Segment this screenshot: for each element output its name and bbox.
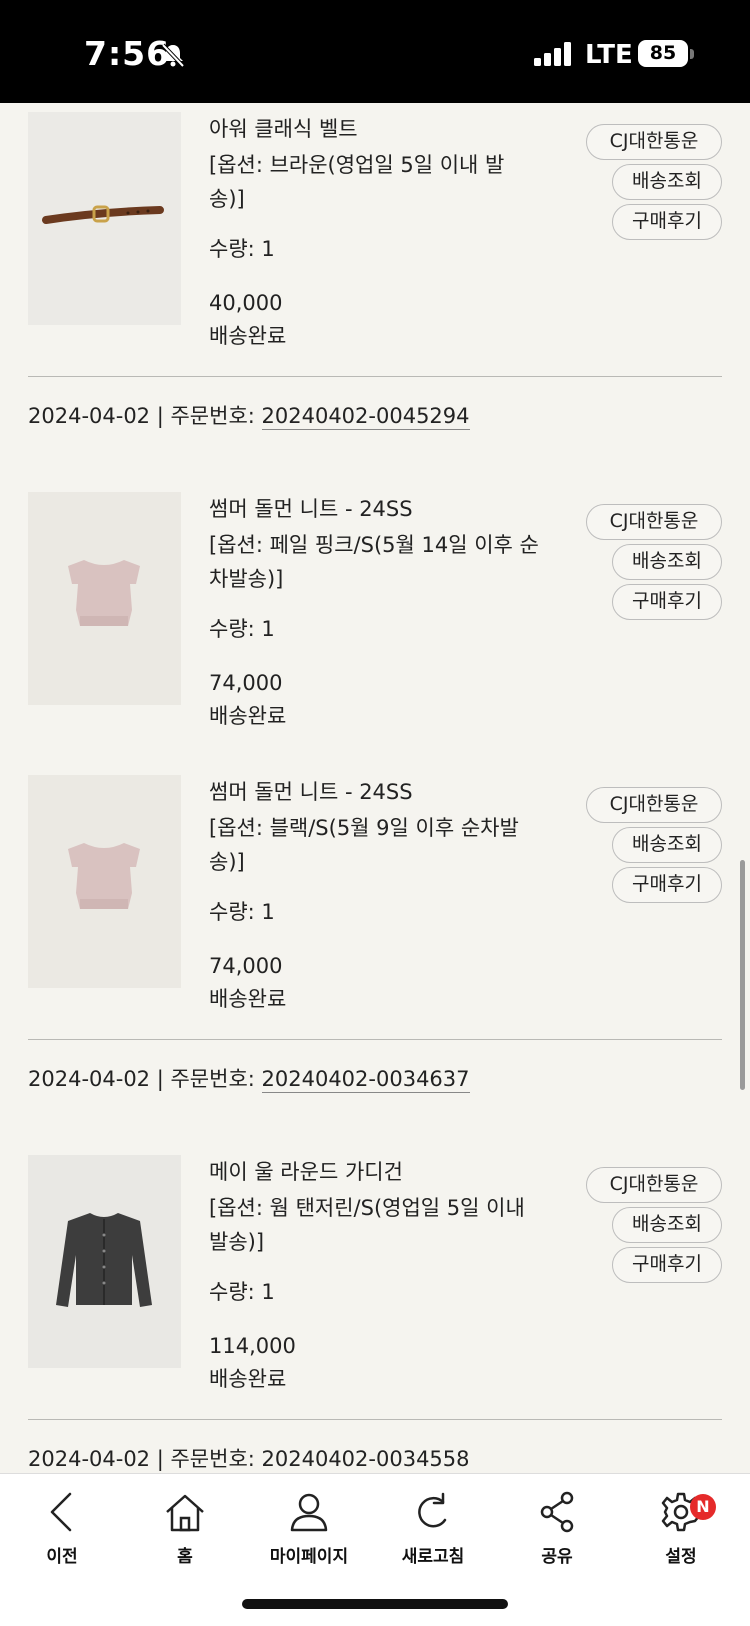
product-option: [옵션: 페일 핑크/S(5월 14일 이후 순차발송)] [209, 533, 539, 591]
product-price: 74,000 [209, 954, 283, 978]
status-bar: 7:56 LTE 85 [0, 0, 750, 103]
delivery-status: 배송완료 [209, 324, 287, 348]
order-number-link[interactable]: 20240402-0034558 [262, 1447, 470, 1471]
track-delivery-button[interactable]: 배송조회 [612, 164, 722, 200]
bottom-tab-bar: 이전 홈 마이페이지 새로고침 공유 N 설정 [0, 1473, 750, 1626]
order-item: 썸머 돌먼 니트 - 24SS [옵션: 블랙/S(5월 9일 이후 순차발송)… [0, 775, 750, 1011]
refresh-tab-label: 새로고침 [401, 1547, 465, 1567]
product-price: 114,000 [209, 1334, 296, 1358]
order-item: 썸머 돌먼 니트 - 24SS [옵션: 페일 핑크/S(5월 14일 이후 순… [0, 492, 750, 728]
product-image-belt[interactable] [28, 112, 181, 325]
home-tab-label: 홈 [177, 1547, 193, 1567]
battery-nub [690, 49, 694, 59]
delivery-status: 배송완료 [209, 1367, 287, 1391]
product-quantity: 수량: 1 [209, 617, 275, 641]
order-date: 2024-04-02 [28, 1447, 151, 1471]
track-delivery-button[interactable]: 배송조회 [612, 544, 722, 580]
item-info: 썸머 돌먼 니트 - 24SS [옵션: 페일 핑크/S(5월 14일 이후 순… [209, 494, 539, 728]
order-number-label: 주문번호: [170, 1447, 262, 1471]
home-icon [166, 1494, 204, 1532]
share-tab[interactable]: 공유 [502, 1490, 612, 1567]
product-image-knit[interactable] [28, 492, 181, 705]
product-image-knit[interactable] [28, 775, 181, 988]
order-separator: | [150, 1447, 171, 1471]
product-name[interactable]: 아워 클래식 벨트 [209, 114, 539, 144]
write-review-button[interactable]: 구매후기 [612, 204, 722, 240]
network-type: LTE [585, 40, 633, 70]
product-quantity: 수량: 1 [209, 1280, 275, 1304]
order-header: 2024-04-02 | 주문번호: 20240402-0034558 [28, 1444, 470, 1473]
silent-bell-icon [160, 42, 186, 72]
order-date: 2024-04-02 [28, 404, 151, 428]
scrollbar[interactable] [740, 860, 745, 1090]
product-name[interactable]: 썸머 돌먼 니트 - 24SS [209, 494, 539, 524]
order-date: 2024-04-02 [28, 1067, 151, 1091]
product-quantity: 수량: 1 [209, 237, 275, 261]
settings-tab-label: 설정 [665, 1547, 697, 1567]
divider [28, 1039, 722, 1040]
order-number-link[interactable]: 20240402-0034637 [261, 1067, 470, 1093]
user-icon [290, 1493, 328, 1532]
order-separator: | [150, 404, 171, 428]
delivery-status: 배송완료 [209, 704, 287, 728]
divider [28, 1419, 722, 1420]
order-item: 아워 클래식 벨트 [옵션: 브라운(영업일 5일 이내 발송)] 수량: 1 … [0, 112, 750, 348]
carrier-button[interactable]: CJ대한통운 [586, 124, 722, 160]
mypage-tab[interactable]: 마이페이지 [254, 1490, 364, 1567]
product-price: 40,000 [209, 291, 283, 315]
share-icon [540, 1491, 574, 1533]
order-list[interactable]: 아워 클래식 벨트 [옵션: 브라운(영업일 5일 이내 발송)] 수량: 1 … [0, 103, 750, 1473]
order-header: 2024-04-02 | 주문번호: 20240402-0045294 [28, 401, 470, 431]
carrier-button[interactable]: CJ대한통운 [586, 1167, 722, 1203]
order-number-link[interactable]: 20240402-0045294 [261, 404, 470, 430]
battery-icon: 85 [638, 40, 688, 67]
write-review-button[interactable]: 구매후기 [612, 867, 722, 903]
back-tab[interactable]: 이전 [7, 1490, 117, 1567]
order-item: 메이 울 라운드 가디건 [옵션: 웜 탠저린/S(영업일 5일 이내 발송)]… [0, 1155, 750, 1391]
signal-icon [534, 42, 574, 70]
product-option: [옵션: 웜 탠저린/S(영업일 5일 이내 발송)] [209, 1196, 525, 1254]
order-header: 2024-04-02 | 주문번호: 20240402-0034637 [28, 1064, 470, 1094]
product-name[interactable]: 메이 울 라운드 가디건 [209, 1157, 539, 1187]
notification-badge: N [690, 1494, 716, 1520]
product-name[interactable]: 썸머 돌먼 니트 - 24SS [209, 777, 539, 807]
product-image-cardigan[interactable] [28, 1155, 181, 1368]
home-indicator[interactable] [242, 1599, 508, 1609]
chevron-left-icon [50, 1492, 72, 1532]
home-tab[interactable]: 홈 [130, 1490, 240, 1567]
product-option: [옵션: 블랙/S(5월 9일 이후 순차발송)] [209, 816, 519, 874]
carrier-button[interactable]: CJ대한통운 [586, 787, 722, 823]
settings-tab[interactable]: N 설정 [626, 1490, 736, 1567]
status-time: 7:56 [84, 34, 171, 73]
product-option: [옵션: 브라운(영업일 5일 이내 발송)] [209, 153, 505, 211]
track-delivery-button[interactable]: 배송조회 [612, 1207, 722, 1243]
refresh-tab[interactable]: 새로고침 [378, 1490, 488, 1567]
write-review-button[interactable]: 구매후기 [612, 1247, 722, 1283]
track-delivery-button[interactable]: 배송조회 [612, 827, 722, 863]
divider [28, 376, 722, 377]
item-info: 썸머 돌먼 니트 - 24SS [옵션: 블랙/S(5월 9일 이후 순차발송)… [209, 777, 539, 1011]
mypage-tab-label: 마이페이지 [269, 1547, 349, 1567]
back-tab-label: 이전 [46, 1547, 78, 1567]
order-separator: | [150, 1067, 171, 1091]
item-info: 아워 클래식 벨트 [옵션: 브라운(영업일 5일 이내 발송)] 수량: 1 … [209, 114, 539, 348]
order-number-label: 주문번호: [170, 404, 262, 428]
product-price: 74,000 [209, 671, 283, 695]
refresh-icon [418, 1492, 447, 1528]
order-number-label: 주문번호: [170, 1067, 262, 1091]
product-quantity: 수량: 1 [209, 900, 275, 924]
share-tab-label: 공유 [541, 1547, 573, 1567]
item-info: 메이 울 라운드 가디건 [옵션: 웜 탠저린/S(영업일 5일 이내 발송)]… [209, 1157, 539, 1391]
delivery-status: 배송완료 [209, 987, 287, 1011]
carrier-button[interactable]: CJ대한통운 [586, 504, 722, 540]
write-review-button[interactable]: 구매후기 [612, 584, 722, 620]
